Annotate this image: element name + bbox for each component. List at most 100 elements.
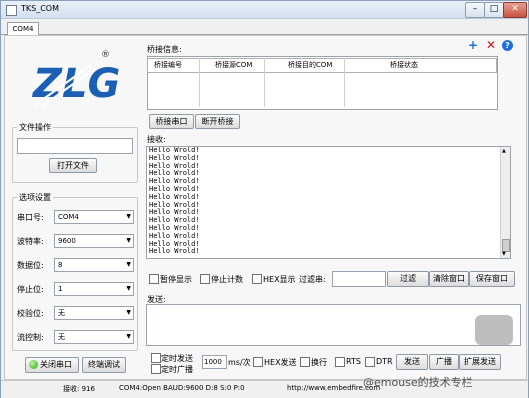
hex-send-label: HEX发送 — [264, 358, 297, 367]
file-ops-group — [12, 127, 138, 183]
column-header: 桥接源COM — [215, 61, 253, 69]
scroll-down-icon[interactable]: ▼ — [502, 251, 506, 257]
filter-label: 过滤串: — [299, 275, 326, 284]
close-port-label: 关闭串口 — [40, 360, 72, 369]
help-icon[interactable]: ? — [502, 40, 513, 51]
receive-label: 接收: — [147, 135, 166, 144]
interval-input[interactable]: 1000 — [202, 355, 227, 369]
title-bar[interactable]: TKS_COM – □ ✕ — [1, 1, 528, 19]
pause-display-label: 暂停显示 — [160, 275, 192, 284]
receive-textarea[interactable]: Hello Wrold! Hello Wrold! Hello Wrold! Hell… — [146, 146, 511, 259]
send-textarea[interactable] — [146, 304, 521, 346]
logo-brand-text: ZLG — [31, 61, 119, 107]
rx-count: 接收: 916 — [63, 385, 95, 393]
close-port-button[interactable]: 关闭串口 — [25, 357, 79, 373]
timed-broadcast-checkbox[interactable] — [151, 364, 161, 374]
hex-display-label: HEX显示 — [263, 275, 296, 284]
receive-line: Hello Wrold! — [149, 184, 200, 193]
add-icon[interactable]: + — [468, 39, 478, 51]
column-header: 桥接状态 — [390, 61, 418, 69]
port-value: COM4 — [58, 213, 79, 221]
receive-line: Hello Wrold! — [149, 231, 200, 240]
chevron-down-icon: ▼ — [126, 333, 131, 340]
receive-line: Hello Wrold! — [149, 192, 200, 201]
receive-line: Hello Wrold! — [149, 177, 200, 186]
databits-value: 8 — [58, 261, 63, 269]
timed-send-label: 定时发送 — [161, 354, 193, 363]
receive-line: Hello Wrold! — [149, 200, 200, 209]
receive-scrollbar[interactable]: ▲ ▼ — [500, 147, 510, 258]
maximize-button[interactable]: □ — [484, 2, 504, 18]
hex-display-checkbox[interactable] — [252, 274, 262, 284]
chevron-down-icon: ▼ — [126, 261, 131, 268]
open-file-button[interactable]: 打开文件 — [49, 158, 97, 173]
newline-label: 换行 — [311, 358, 327, 367]
close-window-button[interactable]: ✕ — [503, 2, 527, 18]
disconnect-bridge-button[interactable]: 断开桥接 — [195, 114, 240, 129]
filter-input[interactable] — [332, 271, 386, 287]
send-button[interactable]: 发送 — [396, 354, 428, 370]
databits-select[interactable]: 8 ▼ — [54, 258, 134, 272]
broadcast-button[interactable]: 广播 — [429, 354, 459, 370]
terminal-debug-button[interactable]: 终端调试 — [82, 357, 126, 373]
file-ops-title: 文件操作 — [17, 122, 53, 133]
filter-button[interactable]: 过滤 — [387, 271, 429, 287]
databits-label: 数据位: — [17, 261, 44, 270]
clear-window-button[interactable]: 清除窗口 — [429, 271, 469, 287]
zlg-logo: ZLG ® — [31, 50, 119, 108]
stopbits-select[interactable]: 1 ▼ — [54, 282, 134, 296]
bridge-info-title: 桥接信息: — [147, 45, 182, 54]
port-info: COM4:Open BAUD:9600 D:8 S:0 P:0 — [119, 384, 245, 392]
file-path-input[interactable] — [17, 138, 133, 154]
timed-send-checkbox[interactable] — [151, 353, 161, 363]
column-divider — [344, 58, 345, 107]
stop-count-checkbox[interactable] — [200, 274, 210, 284]
flow-value: 无 — [58, 333, 65, 341]
stop-count-label: 停止计数 — [211, 275, 243, 284]
chevron-down-icon: ▼ — [126, 213, 131, 220]
tab-com4[interactable]: COM4 — [7, 22, 39, 35]
parity-select[interactable]: 无 ▼ — [54, 306, 134, 320]
flow-label: 流控制: — [17, 333, 44, 342]
receive-line: Hello Wrold! — [149, 247, 200, 256]
parity-label: 校验位: — [17, 309, 44, 318]
options-title: 选项设置 — [17, 192, 53, 203]
port-status-icon — [29, 360, 38, 369]
bridge-port-button[interactable]: 桥接串口 — [149, 114, 194, 129]
receive-line: Hello Wrold! — [149, 208, 200, 217]
newline-checkbox[interactable] — [300, 357, 310, 367]
stopbits-value: 1 — [58, 285, 63, 293]
receive-line: Hello Wrold! — [149, 161, 200, 170]
save-window-button[interactable]: 保存窗口 — [469, 271, 515, 287]
flow-select[interactable]: 无 ▼ — [54, 330, 134, 344]
minimize-button[interactable]: – — [465, 2, 485, 18]
baud-label: 波特率: — [17, 237, 44, 246]
rts-label: RTS — [346, 357, 361, 366]
rts-checkbox[interactable] — [335, 357, 345, 367]
tab-strip: COM4 — [1, 19, 528, 35]
parity-value: 无 — [58, 309, 65, 317]
scroll-up-icon[interactable]: ▲ — [502, 148, 506, 154]
baud-select[interactable]: 9600 ▼ — [54, 234, 134, 248]
pause-display-checkbox[interactable] — [149, 274, 159, 284]
hex-send-checkbox[interactable] — [253, 357, 263, 367]
baud-value: 9600 — [58, 237, 76, 245]
window-title: TKS_COM — [21, 4, 59, 13]
chevron-down-icon: ▼ — [126, 285, 131, 292]
delete-icon[interactable]: ✕ — [486, 39, 496, 51]
chevron-down-icon: ▼ — [126, 237, 131, 244]
column-divider — [199, 58, 200, 107]
app-icon — [6, 5, 17, 16]
stopbits-label: 停止位: — [17, 285, 44, 294]
chevron-down-icon: ▼ — [126, 309, 131, 316]
receive-line: Hello Wrold! — [149, 216, 200, 225]
interval-unit: ms/次 — [228, 358, 251, 367]
timed-broadcast-label: 定时广播 — [161, 365, 193, 374]
receive-line: Hello Wrold! — [149, 223, 200, 232]
extended-send-button[interactable]: 扩展发送 — [459, 354, 501, 370]
column-header: 桥接编号 — [154, 61, 182, 69]
port-select[interactable]: COM4 ▼ — [54, 210, 134, 224]
column-divider — [264, 58, 265, 107]
dtr-checkbox[interactable] — [365, 357, 375, 367]
chat-bubble-icon — [475, 315, 513, 345]
